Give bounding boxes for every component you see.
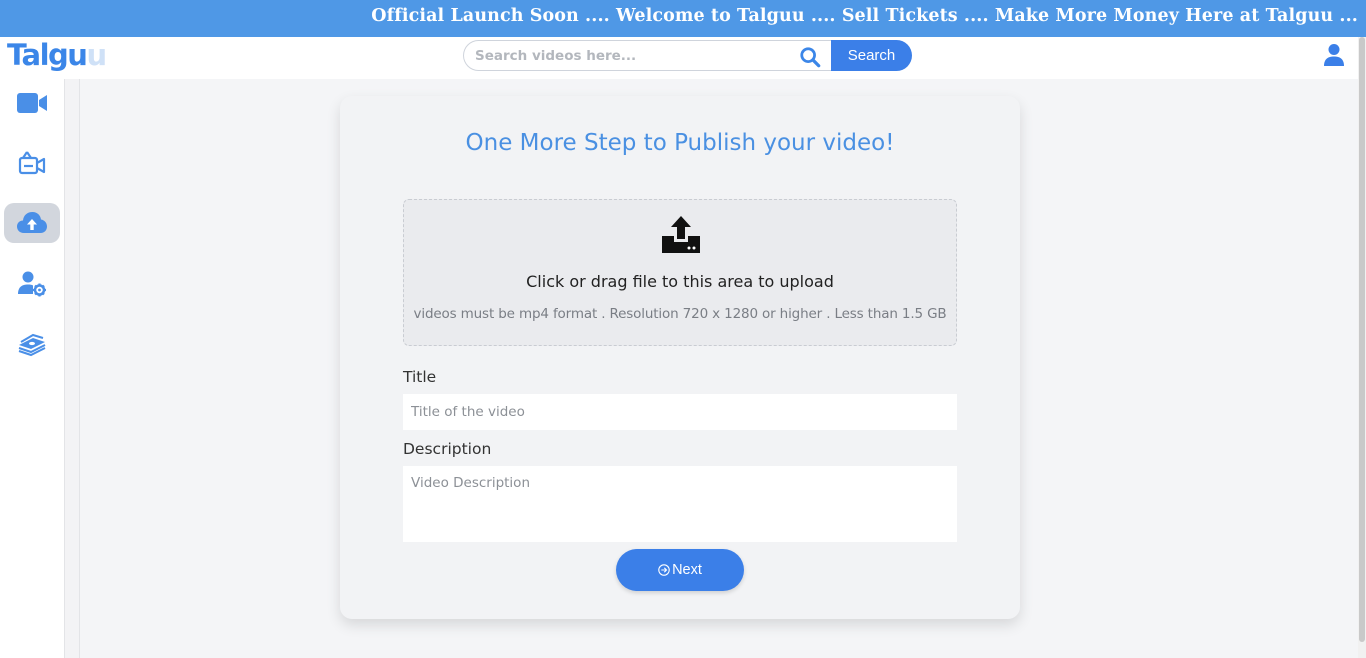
dropzone-requirements: videos must be mp4 format . Resolution 7…: [413, 306, 947, 322]
announcement-text: Official Launch Soon .... Welcome to Tal…: [371, 6, 1358, 26]
video-camera-icon: [17, 93, 47, 113]
sidebar-item-account-settings[interactable]: [4, 263, 60, 303]
upload-dropzone[interactable]: Click or drag file to this area to uploa…: [403, 199, 957, 346]
search-bar: Search: [463, 40, 912, 71]
next-button-label: Next: [672, 562, 702, 578]
talguu-logo[interactable]: Talguu: [7, 37, 107, 73]
cloud-upload-icon: [17, 212, 47, 233]
title-label: Title: [403, 368, 437, 386]
scrollbar-thumb[interactable]: [1359, 37, 1365, 642]
announcement-banner: Official Launch Soon .... Welcome to Tal…: [0, 0, 1366, 37]
user-settings-icon: [18, 271, 46, 297]
sidebar: [0, 79, 64, 658]
page-scrollbar[interactable]: [1358, 37, 1366, 658]
sidebar-divider: [64, 79, 80, 658]
logo-text: Talgu: [7, 38, 88, 72]
upload-icon: [662, 216, 700, 253]
publish-card: One More Step to Publish your video! Cli…: [340, 96, 1020, 619]
description-input[interactable]: [403, 466, 957, 542]
search-icon[interactable]: [799, 46, 821, 68]
money-stack-icon: [18, 333, 46, 357]
sidebar-item-earnings[interactable]: [4, 323, 60, 363]
title-input[interactable]: [403, 394, 957, 430]
logo-text-faded: u: [86, 38, 107, 72]
next-button[interactable]: Next: [616, 549, 744, 591]
user-icon[interactable]: [1323, 43, 1345, 67]
arrow-circle-right-icon: [658, 564, 670, 576]
page-title: One More Step to Publish your video!: [465, 130, 895, 156]
top-bar: Talguu Search: [0, 37, 1366, 79]
search-input[interactable]: [463, 40, 833, 71]
sidebar-item-videos[interactable]: [4, 83, 60, 123]
sidebar-item-upload[interactable]: [4, 203, 60, 243]
sidebar-item-my-videos[interactable]: [4, 143, 60, 183]
search-button[interactable]: Search: [831, 40, 912, 71]
description-label: Description: [403, 440, 492, 458]
dropzone-instruction: Click or drag file to this area to uploa…: [526, 272, 834, 291]
camera-list-icon: [18, 151, 46, 175]
